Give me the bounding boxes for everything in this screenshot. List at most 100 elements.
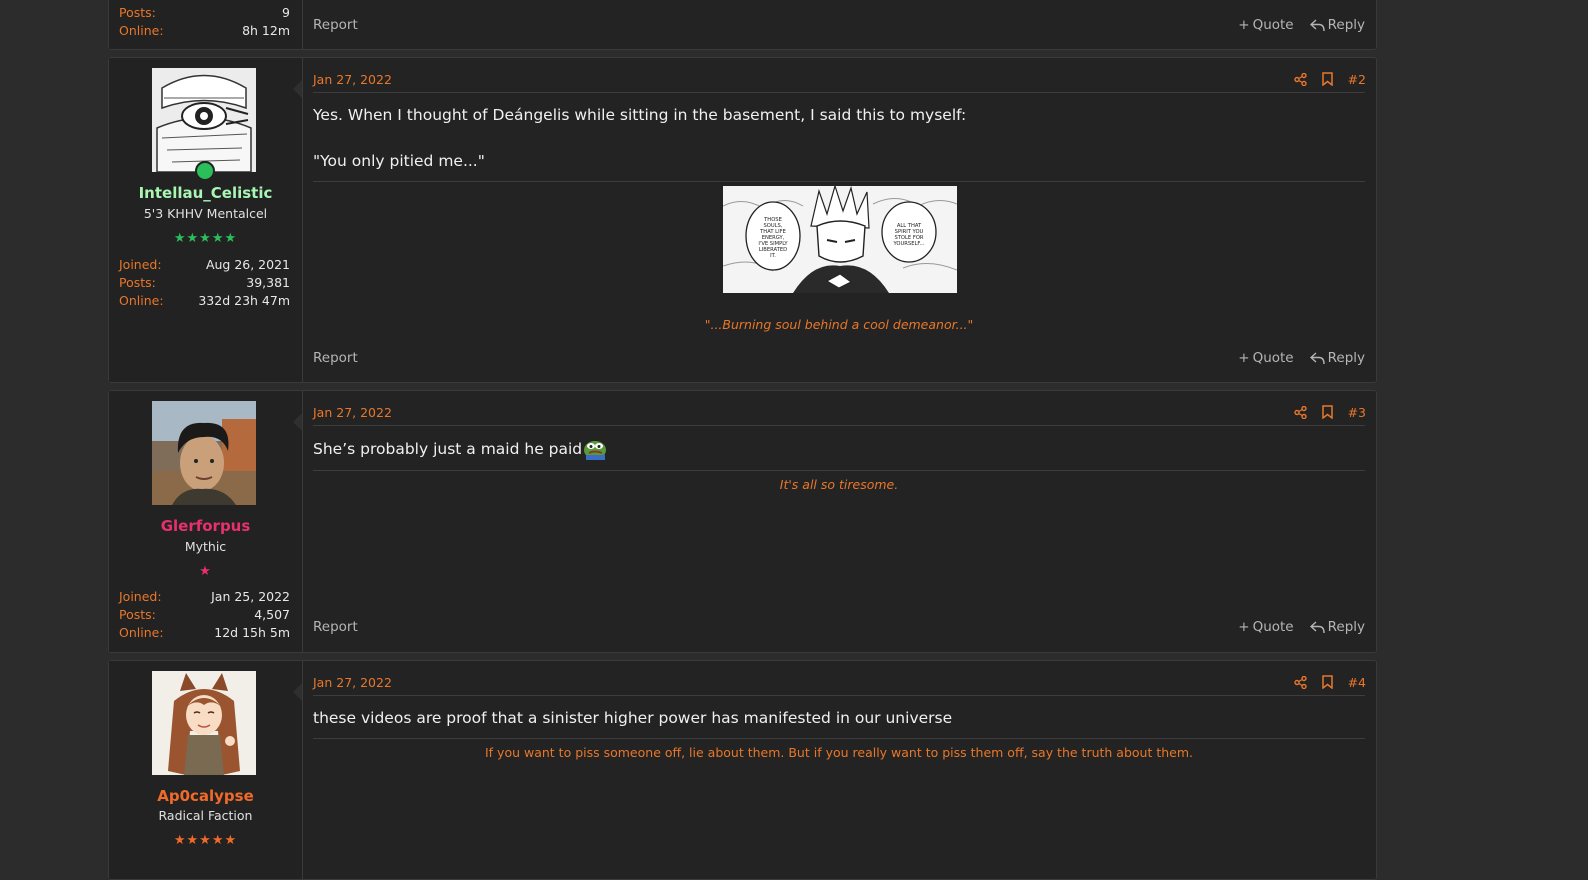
stat-joined: Joined: Aug 26, 2021 <box>119 257 290 275</box>
avatar[interactable] <box>152 68 256 172</box>
avatar-image <box>152 68 256 172</box>
post-number[interactable]: #2 <box>1348 72 1366 87</box>
user-cell: Intellau_Celistic 5'3 KHHV Mentalcel ★★★… <box>109 58 303 382</box>
post-actions: + Quote Reply <box>1238 619 1365 635</box>
signature-text: If you want to piss someone off, lie abo… <box>484 745 1194 760</box>
plus-icon: + <box>1238 619 1250 635</box>
post: Glerforpus Mythic ★ Joined: Jan 25, 2022… <box>108 390 1377 653</box>
stat-label: Joined: <box>119 589 162 604</box>
signature-text: "...Burning soul behind a cool demeanor.… <box>704 317 974 332</box>
username[interactable]: Glerforpus <box>109 517 302 535</box>
stat-value: 8h 12m <box>242 23 290 38</box>
post-header-actions: #2 <box>1293 70 1366 88</box>
post-line: these videos are proof that a sinister h… <box>313 709 953 727</box>
post-line-row: She’s probably just a maid he paid <box>313 438 608 460</box>
avatar[interactable] <box>152 401 256 505</box>
quote-label: Quote <box>1252 619 1294 635</box>
stat-posts: Posts: 39,381 <box>119 275 290 293</box>
reply-button[interactable]: Reply <box>1309 17 1365 33</box>
pepe-emoji-icon <box>584 441 607 460</box>
stat-posts: Posts: 4,507 <box>119 607 290 625</box>
username[interactable]: Ap0calypse <box>109 787 302 805</box>
reply-button[interactable]: Reply <box>1309 619 1365 635</box>
user-cell: Glerforpus Mythic ★ Joined: Jan 25, 2022… <box>109 391 303 652</box>
signature-divider <box>313 181 1365 182</box>
reply-icon <box>1309 351 1325 364</box>
post-main: Jan 27, 2022 #4 these videos are proof t… <box>293 661 1376 879</box>
online-indicator <box>195 161 215 181</box>
rank-stars: ★ <box>199 564 212 579</box>
post-date[interactable]: Jan 27, 2022 <box>313 72 392 87</box>
header-divider <box>313 425 1365 426</box>
post-main: Jan 27, 2022 #3 She’s probably just a ma… <box>293 391 1376 652</box>
stat-label: Online: <box>119 625 164 640</box>
speech-arrow <box>293 80 302 98</box>
bookmark-icon[interactable] <box>1321 675 1333 689</box>
post-number[interactable]: #4 <box>1348 675 1366 690</box>
post-date[interactable]: Jan 27, 2022 <box>313 675 392 690</box>
reply-button[interactable]: Reply <box>1309 350 1365 366</box>
report-link[interactable]: Report <box>313 17 358 33</box>
post-actions: + Quote Reply <box>1238 350 1365 366</box>
stat-value: 12d 15h 5m <box>214 625 290 640</box>
speech-arrow <box>293 413 302 431</box>
plus-icon: + <box>1238 350 1250 366</box>
quote-button[interactable]: + Quote <box>1238 350 1293 366</box>
bookmark-icon[interactable] <box>1321 405 1333 419</box>
quote-button[interactable]: + Quote <box>1238 17 1293 33</box>
post-line: "You only pitied me..." <box>313 152 485 170</box>
stat-label: Joined: <box>119 257 162 272</box>
stat-label: Posts: <box>119 275 156 290</box>
signature-text: It's all so tiresome. <box>779 477 899 492</box>
manga-panel: THOSE SOULS, THAT LIFE ENERGY, I'VE SIMPLY LI… <box>723 186 957 293</box>
stat-online: Online: 8h 12m <box>119 23 290 41</box>
stat-value: 39,381 <box>246 275 290 290</box>
post-main: Jan 27, 2022 #2 Yes. When I thought of D… <box>293 58 1376 382</box>
user-title: 5'3 KHHV Mentalcel <box>143 206 268 221</box>
stat-joined: Joined: Jan 25, 2022 <box>119 589 290 607</box>
stat-value: 9 <box>282 5 290 20</box>
report-link[interactable]: Report <box>313 619 358 635</box>
reply-icon <box>1309 18 1325 31</box>
stat-label: Posts: <box>119 607 156 622</box>
stat-value: Aug 26, 2021 <box>205 257 290 272</box>
post-fragment: Posts: 9 Online: 8h 12m Report + Quote R… <box>108 0 1377 50</box>
stat-online: Online: 12d 15h 5m <box>119 625 290 643</box>
rank-stars: ★★★★★ <box>173 231 238 246</box>
quote-button[interactable]: + Quote <box>1238 619 1293 635</box>
username[interactable]: Intellau_Celistic <box>109 184 302 202</box>
share-icon[interactable] <box>1293 72 1307 86</box>
reply-label: Reply <box>1327 17 1365 33</box>
post-header-actions: #4 <box>1293 673 1366 691</box>
stat-online: Online: 332d 23h 47m <box>119 293 290 311</box>
post-header-actions: #3 <box>1293 403 1366 421</box>
reply-icon <box>1309 620 1325 633</box>
plus-icon: + <box>1238 17 1250 33</box>
stat-value: 4,507 <box>254 607 290 622</box>
share-icon[interactable] <box>1293 405 1307 419</box>
user-title: Radical Faction <box>158 808 253 823</box>
share-icon[interactable] <box>1293 675 1307 689</box>
user-cell: Posts: 9 Online: 8h 12m <box>109 0 303 49</box>
stat-label: Online: <box>119 23 164 38</box>
post-line: Yes. When I thought of Deángelis while s… <box>313 106 967 124</box>
report-link[interactable]: Report <box>313 350 358 366</box>
reply-label: Reply <box>1327 350 1365 366</box>
stat-label: Online: <box>119 293 164 308</box>
post-main: Report + Quote Reply <box>302 0 1376 49</box>
avatar[interactable] <box>152 671 256 775</box>
signature-image: THOSE SOULS, THAT LIFE ENERGY, I'VE SIMPLY LI… <box>723 186 957 293</box>
post: Ap0calypse Radical Faction ★★★★★ Jan 27,… <box>108 660 1377 880</box>
post-number[interactable]: #3 <box>1348 405 1366 420</box>
user-cell: Ap0calypse Radical Faction ★★★★★ <box>109 661 303 879</box>
quote-label: Quote <box>1252 17 1294 33</box>
avatar-image <box>152 401 256 505</box>
quote-label: Quote <box>1252 350 1294 366</box>
manga-bubble-right: ALL THAT SPIRIT YOU STOLE FOR YOURSELF... <box>893 223 925 247</box>
bookmark-icon[interactable] <box>1321 72 1333 86</box>
user-title: Mythic <box>184 539 227 554</box>
post-date[interactable]: Jan 27, 2022 <box>313 405 392 420</box>
reply-label: Reply <box>1327 619 1365 635</box>
signature-divider <box>313 738 1365 739</box>
stat-posts: Posts: 9 <box>119 5 290 23</box>
